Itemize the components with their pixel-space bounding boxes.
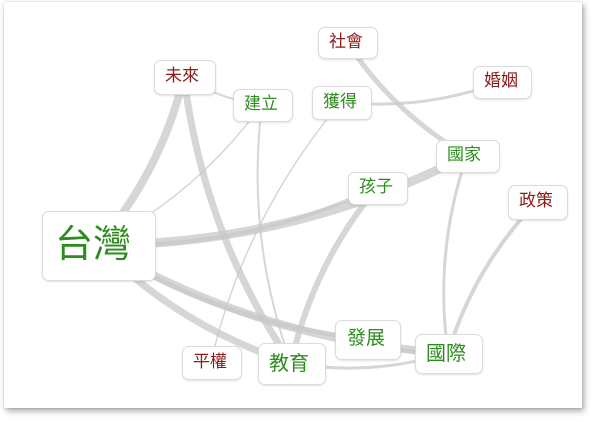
node-label: 未來 [165, 66, 199, 86]
node-obtain[interactable]: 獲得 [312, 86, 372, 120]
node-society[interactable]: 社會 [318, 27, 378, 59]
node-child[interactable]: 孩子 [348, 172, 408, 205]
node-label: 社會 [329, 32, 363, 52]
node-label: 台灣 [55, 222, 132, 266]
node-marriage[interactable]: 婚姻 [473, 66, 532, 99]
node-taiwan[interactable]: 台灣 [42, 211, 156, 281]
node-label: 政策 [519, 191, 553, 211]
node-develop[interactable]: 發展 [335, 320, 401, 360]
node-label: 平權 [193, 352, 227, 372]
node-future[interactable]: 未來 [154, 60, 216, 95]
node-label: 發展 [347, 327, 386, 349]
node-intl[interactable]: 國際 [415, 334, 483, 374]
node-label: 婚姻 [484, 71, 518, 91]
node-policy[interactable]: 政策 [508, 185, 568, 220]
node-edu[interactable]: 教育 [258, 343, 326, 385]
node-label: 國際 [426, 341, 466, 365]
node-label: 孩子 [359, 177, 393, 197]
node-build[interactable]: 建立 [233, 89, 293, 122]
node-label: 國家 [447, 145, 481, 165]
node-label: 教育 [269, 351, 309, 375]
edge-policy-intl [446, 199, 539, 355]
node-nation[interactable]: 國家 [436, 140, 500, 173]
node-label: 獲得 [323, 92, 357, 112]
edge-nation-intl [442, 154, 469, 355]
node-equal[interactable]: 平權 [182, 346, 242, 380]
node-label: 建立 [244, 94, 278, 114]
